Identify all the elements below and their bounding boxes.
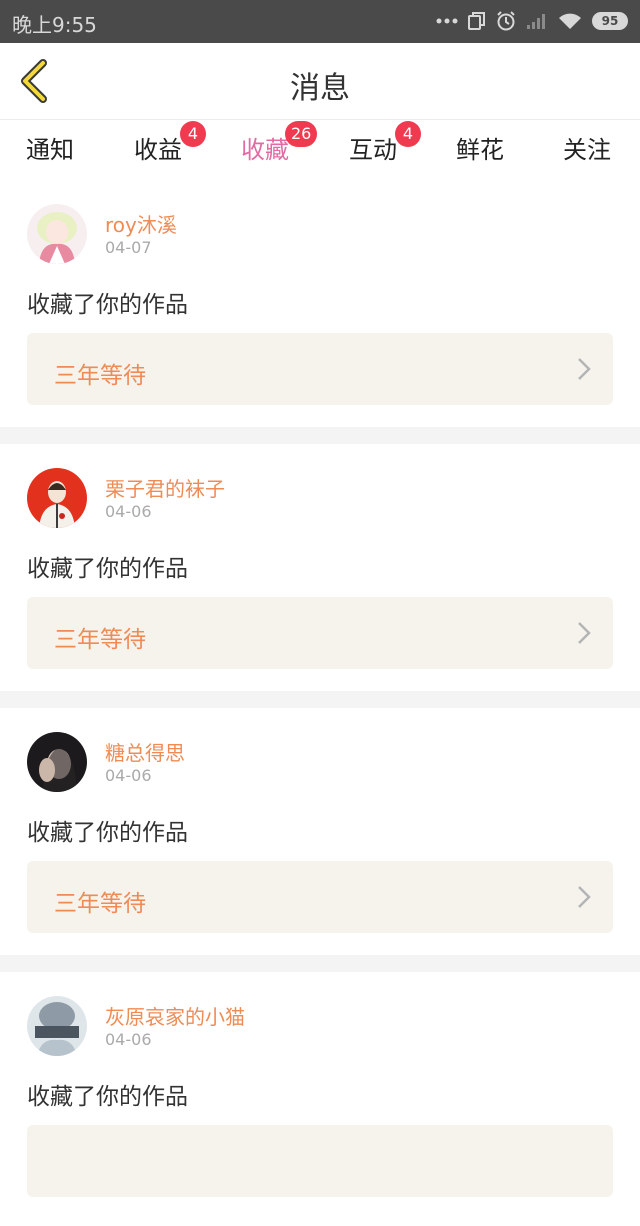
message-text: 收藏了你的作品 [27,292,188,318]
tab-label: 互动 [349,136,397,164]
status-bar: 晚上9:55 95 [0,0,640,43]
tab-favorites[interactable]: 收藏 26 [241,121,318,184]
chevron-right-icon [578,622,591,644]
battery-icon: 95 [592,12,628,30]
divider [0,691,640,708]
chevron-right-icon [578,886,591,908]
message-text: 收藏了你的作品 [27,556,188,582]
tab-bar: 通知 收益 4 收藏 26 互动 4 鲜花 关注 [0,120,640,184]
message-date: 04-07 [105,238,152,257]
username[interactable]: 糖总得思 [105,737,185,766]
tab-following[interactable]: 关注 [563,130,611,178]
tab-interactions[interactable]: 互动 4 [349,121,421,178]
username[interactable]: 栗子君的袜子 [105,473,225,502]
username[interactable]: 灰原哀家的小猫 [105,1001,245,1030]
work-link[interactable]: 三年等待 [27,597,613,669]
work-title: 三年等待 [54,363,146,389]
tab-earnings[interactable]: 收益 4 [134,121,206,178]
avatar[interactable] [27,996,87,1056]
status-time: 晚上9:55 [12,13,97,37]
message-date: 04-06 [105,502,152,521]
tab-label: 通知 [26,136,74,164]
work-title: 三年等待 [54,891,146,917]
avatar[interactable] [27,732,87,792]
work-title: 三年等待 [54,627,146,653]
message-card: 糖总得思 04-06 收藏了你的作品 三年等待 [0,708,640,955]
battery-level: 95 [601,14,619,28]
unread-badge: 4 [180,121,206,147]
message-card: 栗子君的袜子 04-06 收藏了你的作品 三年等待 [0,444,640,691]
tab-label: 收益 [134,136,182,164]
tab-label: 收藏 [241,136,289,164]
tab-flowers[interactable]: 鲜花 [456,130,504,178]
unread-badge: 26 [285,121,318,147]
message-date: 04-06 [105,766,152,785]
tab-notifications[interactable]: 通知 [26,130,74,178]
wifi-icon [558,10,582,32]
avatar[interactable] [27,468,87,528]
alarm-icon [496,10,516,32]
avatar[interactable] [27,204,87,264]
message-card: roy沐溪 04-07 收藏了你的作品 三年等待 [0,180,640,427]
message-list: roy沐溪 04-07 收藏了你的作品 三年等待 栗子君的袜子 04-06 收藏… [0,180,640,1226]
header: 消息 [0,43,640,120]
message-date: 04-06 [105,1030,152,1049]
more-dots-icon [436,10,458,32]
work-link[interactable]: 三年等待 [27,333,613,405]
tab-label: 关注 [563,136,611,164]
status-icons: 95 [436,10,628,32]
message-card: 灰原哀家的小猫 04-06 收藏了你的作品 [0,972,640,1226]
signal-icon [526,10,548,32]
page-title: 消息 [290,71,350,106]
message-text: 收藏了你的作品 [27,820,188,846]
copy-icon [468,10,486,32]
username[interactable]: roy沐溪 [105,209,177,238]
work-link[interactable]: 三年等待 [27,861,613,933]
tab-label: 鲜花 [456,136,504,164]
message-text: 收藏了你的作品 [27,1084,188,1110]
unread-badge: 4 [395,121,421,147]
divider [0,427,640,444]
divider [0,955,640,972]
work-link[interactable] [27,1125,613,1197]
chevron-right-icon [578,358,591,380]
